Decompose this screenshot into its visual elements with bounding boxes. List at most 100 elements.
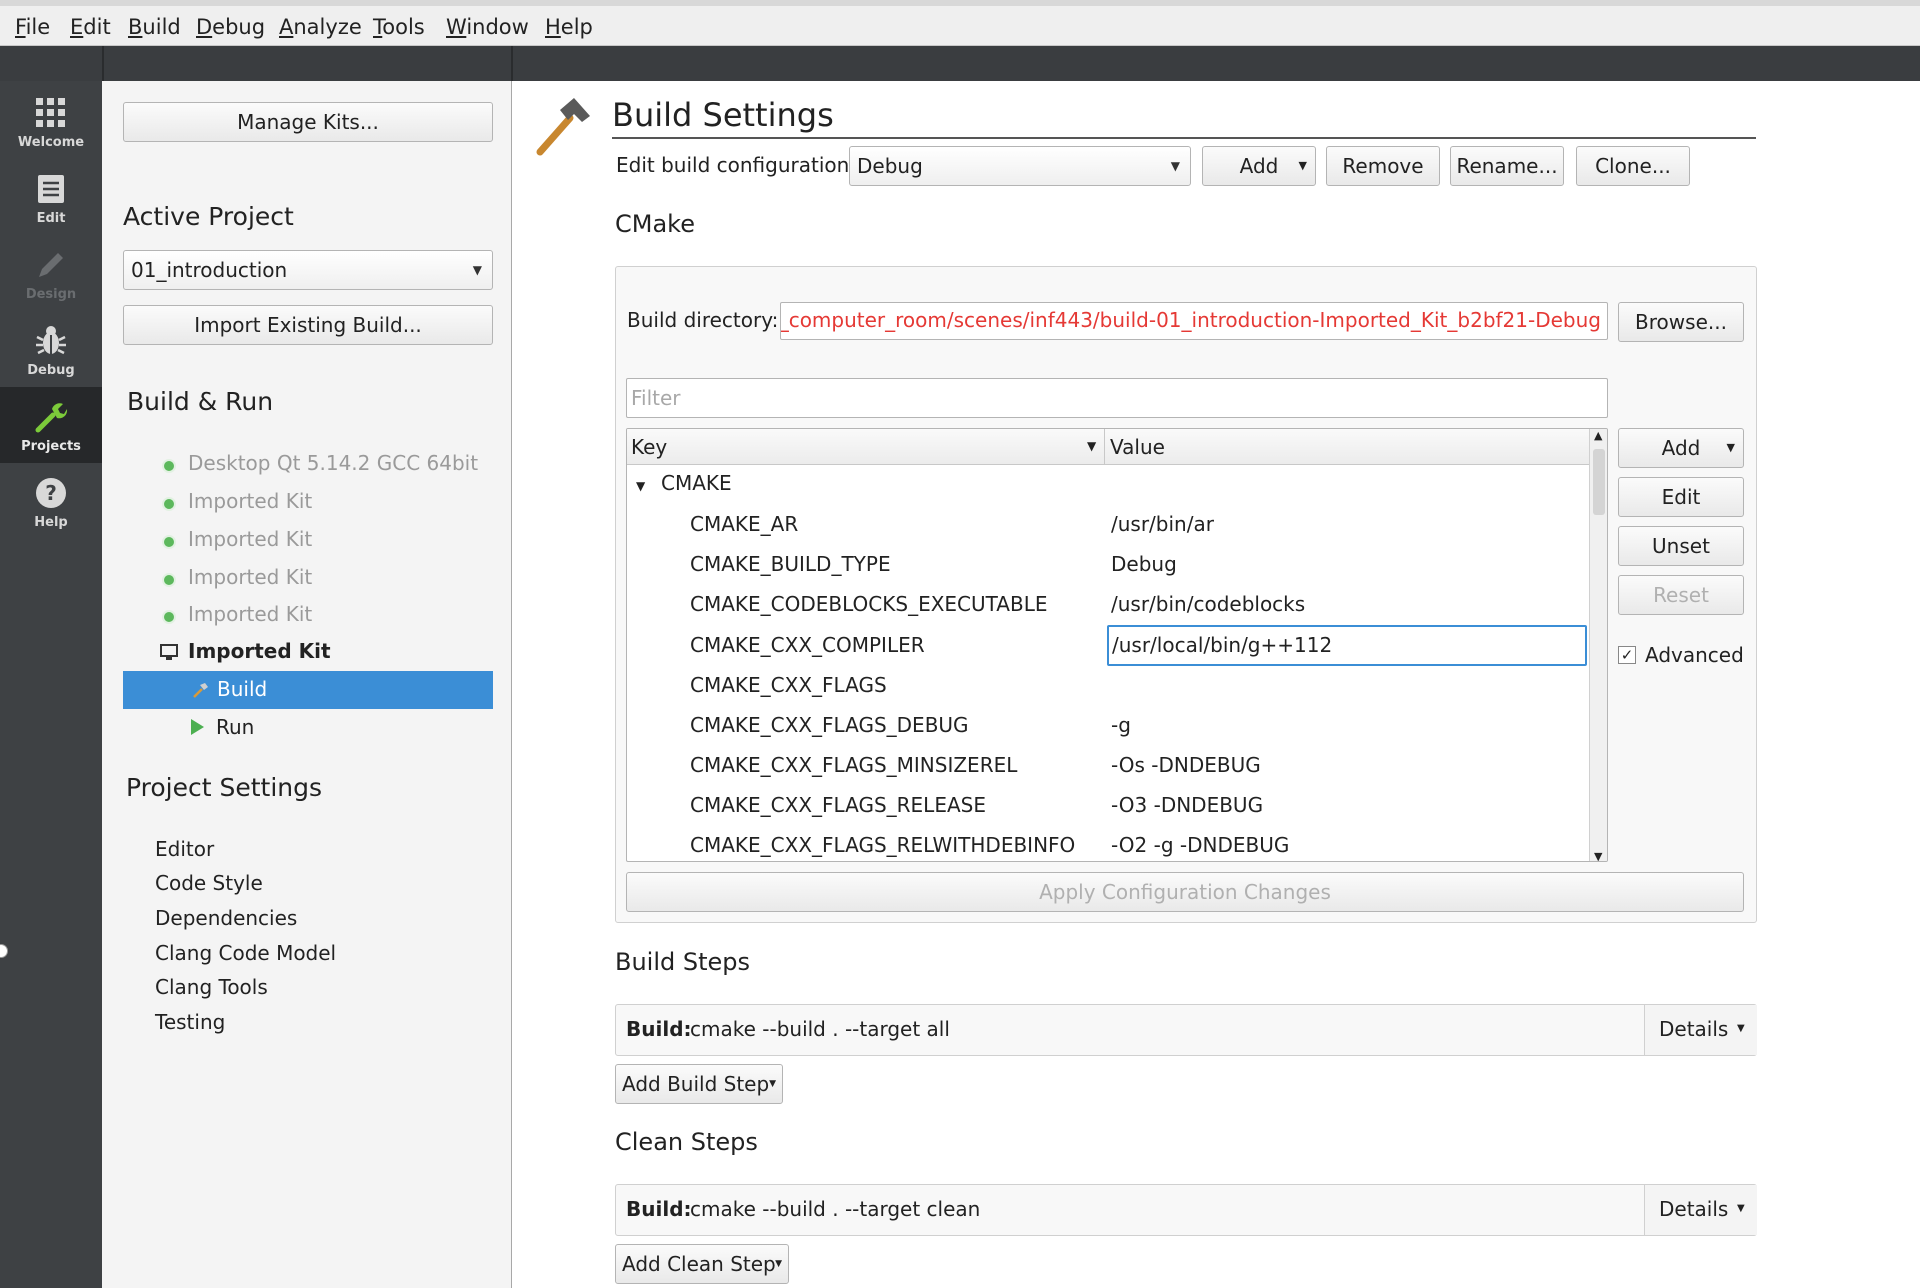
chevron-down-icon: ▼	[1726, 441, 1735, 454]
page-title: Build Settings	[612, 96, 834, 134]
edit-build-config-label: Edit build configuration:	[616, 153, 857, 177]
build-step-details-button[interactable]: Details ▼	[1644, 1005, 1757, 1055]
unset-entry-button[interactable]: Unset	[1618, 526, 1744, 566]
row-key[interactable]: CMAKE_CXX_FLAGS	[690, 673, 887, 697]
setting-editor[interactable]: Editor	[155, 837, 214, 861]
column-header-value[interactable]: Value	[1110, 435, 1165, 459]
run-item[interactable]: Run	[188, 709, 388, 745]
menu-debug[interactable]: Debug	[196, 15, 265, 39]
kit-status-icon	[162, 610, 176, 624]
menu-window[interactable]: Window	[446, 15, 529, 39]
menu-edit[interactable]: Edit	[70, 15, 111, 39]
build-item[interactable]: Build	[123, 671, 493, 709]
row-value[interactable]: /usr/bin/codeblocks	[1111, 592, 1305, 616]
row-key[interactable]: CMAKE_CXX_FLAGS_DEBUG	[690, 713, 969, 737]
kit-item[interactable]: Imported Kit	[162, 489, 312, 513]
kit-item[interactable]: Imported Kit	[162, 565, 312, 589]
mode-projects[interactable]: Projects	[0, 387, 102, 463]
menu-tools[interactable]: Tools	[373, 15, 425, 39]
bug-icon	[36, 326, 66, 355]
kit-item[interactable]: Desktop Qt 5.14.2 GCC 64bit	[162, 451, 478, 475]
add-entry-button[interactable]: Add ▼	[1618, 428, 1744, 468]
row-value[interactable]: -O3 -DNDEBUG	[1111, 793, 1263, 817]
menu-analyze[interactable]: Analyze	[279, 15, 362, 39]
mode-edit[interactable]: Edit	[0, 159, 102, 235]
remove-config-button[interactable]: Remove	[1326, 146, 1440, 186]
menu-help[interactable]: Help	[545, 15, 593, 39]
project-settings-heading: Project Settings	[126, 773, 323, 802]
filter-input[interactable]: Filter	[626, 378, 1608, 418]
rename-config-button[interactable]: Rename...	[1450, 146, 1564, 186]
row-value[interactable]: /usr/bin/ar	[1111, 512, 1214, 536]
clone-config-button[interactable]: Clone...	[1576, 146, 1690, 186]
manage-kits-button[interactable]: Manage Kits...	[123, 102, 493, 142]
row-key[interactable]: CMAKE_CODEBLOCKS_EXECUTABLE	[690, 592, 1048, 616]
group-cmake[interactable]: CMAKE	[661, 471, 732, 495]
row-key[interactable]: CMAKE_AR	[690, 512, 798, 536]
mode-help[interactable]: ? Help	[0, 463, 102, 539]
row-value[interactable]: Debug	[1111, 552, 1177, 576]
menu-file[interactable]: File	[15, 15, 50, 39]
mode-label: Design	[25, 287, 77, 302]
setting-dependencies[interactable]: Dependencies	[155, 906, 297, 930]
add-build-step-button[interactable]: Add Build Step ▼	[615, 1064, 783, 1104]
collapse-arrow-icon[interactable]: ▼	[636, 479, 645, 493]
clean-steps-heading: Clean Steps	[615, 1128, 758, 1156]
add-config-button[interactable]: Add ▼	[1202, 146, 1316, 186]
row-key[interactable]: CMAKE_BUILD_TYPE	[690, 552, 891, 576]
row-value[interactable]: -Os -DNDEBUG	[1111, 753, 1261, 777]
scrollbar-thumb[interactable]	[1593, 449, 1605, 515]
setting-testing[interactable]: Testing	[155, 1010, 225, 1034]
kit-item[interactable]: Imported Kit	[162, 602, 312, 626]
column-header-key[interactable]: Key	[631, 435, 667, 459]
add-clean-step-button[interactable]: Add Clean Step ▼	[615, 1244, 789, 1284]
mode-design[interactable]: Design	[0, 235, 102, 311]
edit-entry-button[interactable]: Edit	[1618, 477, 1744, 517]
active-kit-label: Imported Kit	[188, 639, 331, 663]
clean-step-details-button[interactable]: Details ▼	[1644, 1185, 1757, 1235]
mode-bar: Welcome Edit Design Debug Projects ? Hel…	[0, 81, 102, 1288]
browse-button[interactable]: Browse...	[1618, 302, 1744, 342]
scroll-up-icon[interactable]: ▲	[1594, 429, 1602, 442]
mode-debug[interactable]: Debug	[0, 311, 102, 387]
table-scrollbar[interactable]: ▲ ▼	[1589, 429, 1607, 861]
row-key[interactable]: CMAKE_CXX_FLAGS_MINSIZEREL	[690, 753, 1017, 777]
apply-configuration-button[interactable]: Apply Configuration Changes	[626, 872, 1744, 912]
chevron-down-icon: ▼	[769, 1079, 776, 1089]
advanced-checkbox[interactable]: ✓	[1618, 646, 1636, 664]
setting-code-style[interactable]: Code Style	[155, 871, 263, 895]
build-step-command: cmake --build . --target all	[690, 1017, 950, 1041]
row-value[interactable]: -O2 -g -DNDEBUG	[1111, 833, 1289, 857]
reset-entry-button[interactable]: Reset	[1618, 575, 1744, 615]
cell-editor-input[interactable]: /usr/local/bin/g++112	[1107, 625, 1587, 666]
mode-label: Debug	[27, 363, 75, 378]
clean-step-prefix: Build:	[626, 1197, 692, 1221]
setting-clang-code-model[interactable]: Clang Code Model	[155, 941, 336, 965]
sort-indicator-icon: ▼	[1087, 439, 1097, 453]
active-project-select[interactable]: 01_introduction ▼	[123, 250, 493, 290]
chevron-down-icon: ▼	[775, 1259, 782, 1269]
clean-step-command: cmake --build . --target clean	[690, 1197, 981, 1221]
row-key[interactable]: CMAKE_CXX_FLAGS_RELEASE	[690, 793, 986, 817]
scroll-down-icon[interactable]: ▼	[1594, 850, 1602, 861]
svg-text:?: ?	[45, 481, 57, 505]
monitor-icon	[160, 644, 178, 660]
row-key[interactable]: CMAKE_CXX_FLAGS_RELWITHDEBINFO	[690, 833, 1075, 857]
mode-welcome[interactable]: Welcome	[0, 83, 102, 159]
edit-entry-label: Edit	[1661, 485, 1701, 509]
import-existing-build-button[interactable]: Import Existing Build...	[123, 305, 493, 345]
setting-clang-tools[interactable]: Clang Tools	[155, 975, 268, 999]
kit-item[interactable]: Imported Kit	[162, 527, 312, 551]
toolbar-divider	[102, 46, 104, 81]
grid-icon	[36, 98, 65, 127]
hammer-icon	[193, 683, 208, 698]
toolbar-divider	[511, 46, 513, 81]
row-value[interactable]: -g	[1111, 713, 1131, 737]
kit-status-icon	[162, 535, 176, 549]
build-directory-input[interactable]: 3_computer_room/scenes/inf443/build-01_i…	[780, 302, 1608, 340]
menu-build[interactable]: Build	[128, 15, 181, 39]
toolbar-strip	[0, 46, 1920, 81]
row-key[interactable]: CMAKE_CXX_COMPILER	[690, 633, 925, 657]
pencil-icon	[39, 253, 63, 277]
build-config-select[interactable]: Debug ▼	[849, 146, 1191, 186]
